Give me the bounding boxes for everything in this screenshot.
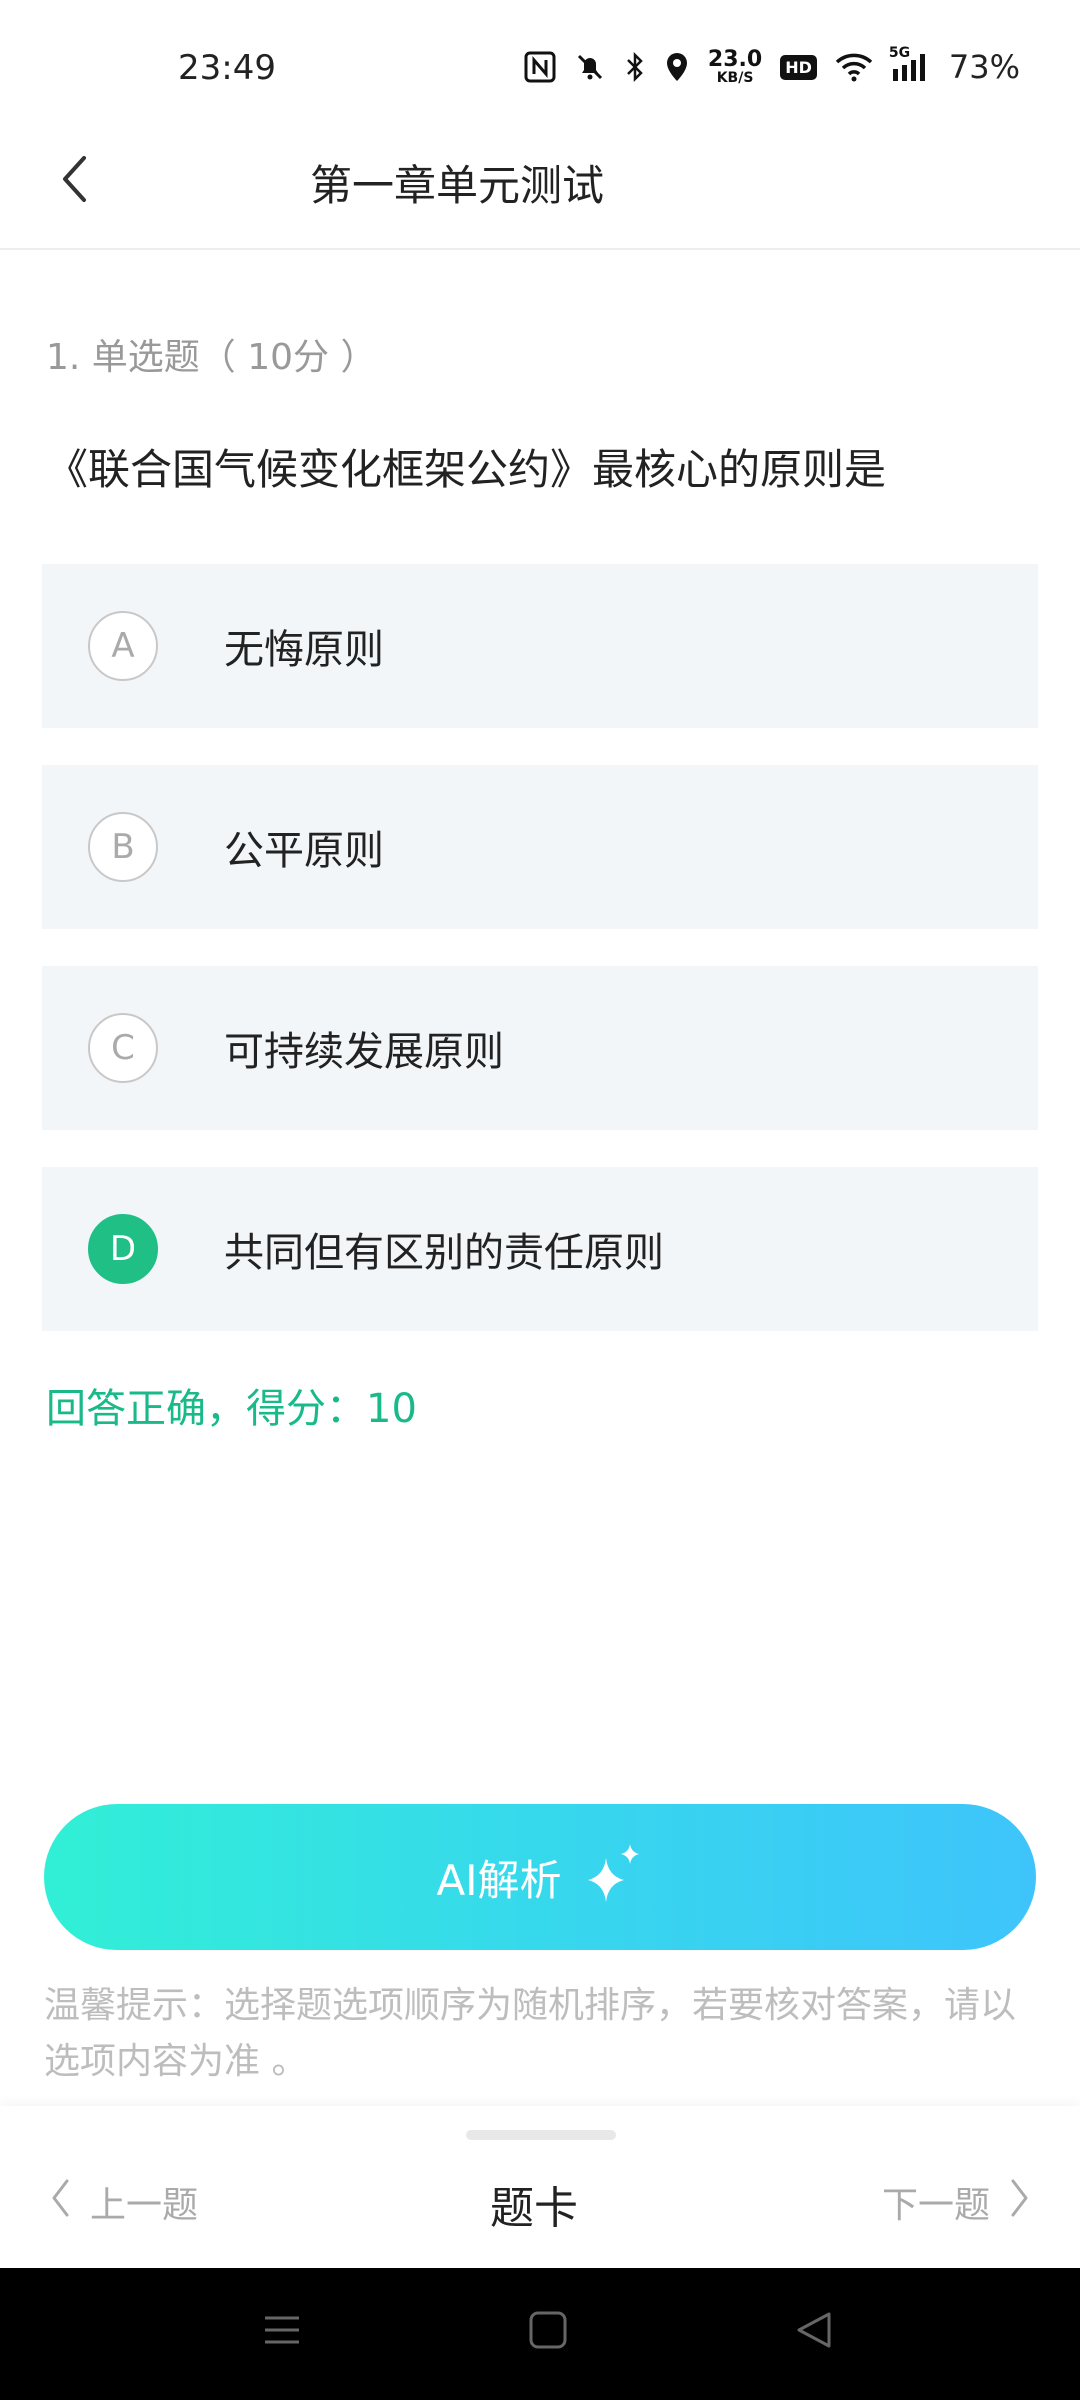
status-time: 23:49 <box>178 48 276 88</box>
option-letter: B <box>88 812 158 882</box>
ai-analysis-label: AI解析 <box>436 1855 562 1905</box>
page-title: 第一章单元测试 <box>310 161 605 210</box>
answer-result: 回答正确，得分：10 <box>46 1386 417 1432</box>
battery-level: 73% <box>948 48 1020 86</box>
status-icons: 23.0 KB/S HD 5G 73% <box>524 45 1020 86</box>
tip-text: 温馨提示：选择题选项顺序为随机排序，若要核对答案，请以选项内容为准 。 <box>44 1985 1017 2082</box>
bell-off-icon <box>574 51 606 83</box>
header: 第一章单元测试 <box>0 110 1080 250</box>
system-back-button[interactable] <box>794 2310 834 2354</box>
menu-icon <box>262 2310 302 2354</box>
network-speed-value: 23.0 <box>707 47 763 72</box>
hd-badge: HD <box>780 54 817 80</box>
menu-button[interactable] <box>262 2310 302 2354</box>
option-b[interactable]: B 公平原则 <box>42 765 1038 929</box>
prev-question-button[interactable]: 上一题 <box>50 2176 198 2228</box>
triangle-back-icon <box>794 2310 834 2354</box>
chevron-right-icon <box>1010 2178 1030 2227</box>
next-question-button[interactable]: 下一题 <box>882 2176 1030 2228</box>
option-text: 可持续发展原则 <box>224 1029 504 1075</box>
option-letter: C <box>88 1013 158 1083</box>
bottom-nav: 上一题 题卡 下一题 <box>0 2106 1080 2268</box>
question-meta: 1. 单选题（ 10分 ） <box>46 337 377 378</box>
prev-question-label: 上一题 <box>90 2185 199 2226</box>
option-text: 公平原则 <box>224 828 384 874</box>
option-text: 无悔原则 <box>224 627 384 673</box>
ai-analysis-button[interactable]: AI解析 <box>44 1804 1036 1950</box>
drag-handle[interactable] <box>466 2130 616 2140</box>
back-button[interactable] <box>44 146 104 216</box>
wifi-icon <box>835 52 873 82</box>
bluetooth-icon <box>624 51 646 83</box>
chevron-left-icon <box>59 154 89 208</box>
location-pin-icon <box>664 51 690 83</box>
option-text: 共同但有区别的责任原则 <box>224 1230 664 1276</box>
option-d[interactable]: D 共同但有区别的责任原则 <box>42 1167 1038 1331</box>
home-square-icon <box>528 2310 568 2354</box>
option-letter-selected: D <box>88 1214 158 1284</box>
question-text: 《联合国气候变化框架公约》最核心的原则是 <box>46 445 887 494</box>
chevron-left-icon <box>50 2178 70 2227</box>
status-bar: 23:49 23.0 KB/S HD 5G 73% <box>0 0 1080 110</box>
cell-signal-icon: 5G <box>889 45 931 83</box>
home-button[interactable] <box>528 2310 568 2354</box>
next-question-label: 下一题 <box>881 2185 990 2226</box>
network-speed-unit: KB/S <box>716 70 754 86</box>
network-speed: 23.0 KB/S <box>707 47 763 86</box>
nfc-icon <box>524 51 556 83</box>
question-card-button[interactable]: 题卡 <box>490 2172 578 2236</box>
system-nav-bar <box>0 2268 1080 2400</box>
option-letter: A <box>88 611 158 681</box>
option-c[interactable]: C 可持续发展原则 <box>42 966 1038 1130</box>
option-a[interactable]: A 无悔原则 <box>42 564 1038 728</box>
signal-label: 5G <box>888 45 911 61</box>
sparkle-icon <box>584 1842 644 1912</box>
